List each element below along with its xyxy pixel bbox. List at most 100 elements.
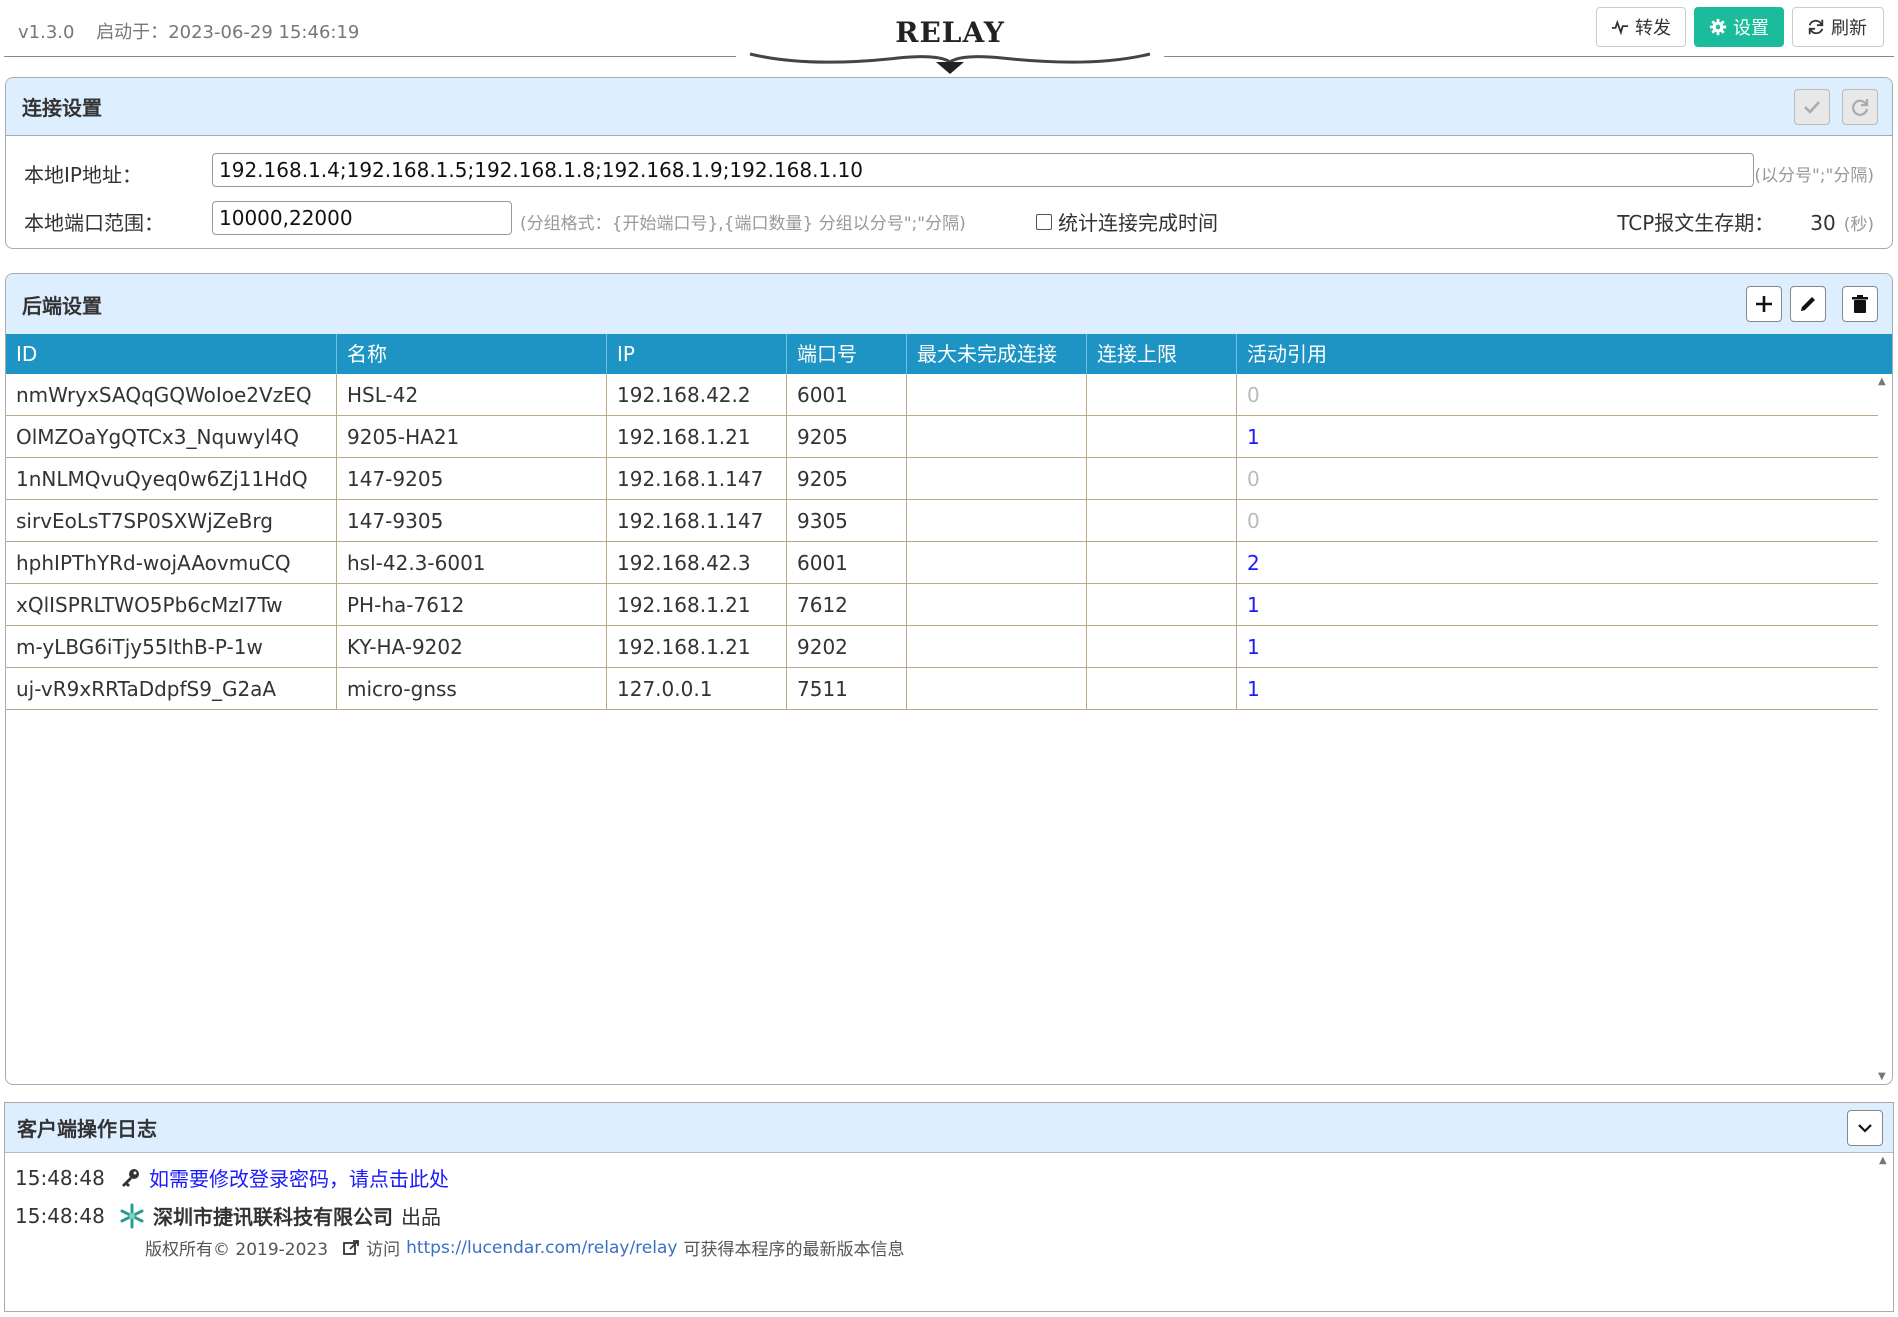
cell-id: m-yLBG6iTjy55IthB-P-1w: [6, 626, 337, 668]
pencil-icon: [1801, 297, 1815, 311]
refresh-button[interactable]: 刷新: [1792, 7, 1884, 47]
add-backend-button[interactable]: [1746, 286, 1782, 322]
col-name[interactable]: 名称: [337, 334, 607, 374]
cell-max-pending: [907, 668, 1087, 710]
cell-name: micro-gnss: [337, 668, 607, 710]
cell-limit: [1087, 458, 1237, 500]
log-time: 15:48:48: [15, 1165, 105, 1190]
cell-port: 9202: [787, 626, 907, 668]
cell-port: 7511: [787, 668, 907, 710]
col-port[interactable]: 端口号: [787, 334, 907, 374]
app-header: v1.3.0 启动于：2023-06-29 15:46:19 RELAY 转发 …: [0, 0, 1898, 74]
header-divider-left: [4, 56, 736, 57]
forward-label: 转发: [1635, 18, 1671, 39]
logo-swoosh-icon: [749, 52, 1151, 74]
cell-name: 147-9205: [337, 458, 607, 500]
cell-id: 1nNLMQvuQyeq0w6Zj11HdQ: [6, 458, 337, 500]
trash-icon: [1852, 295, 1868, 313]
table-row[interactable]: nmWryxSAQqGQWoIoe2VzEQ HSL-42 192.168.42…: [6, 374, 1878, 416]
cell-limit: [1087, 416, 1237, 458]
settings-button[interactable]: 设置: [1694, 7, 1784, 47]
cell-port: 6001: [787, 374, 907, 416]
col-refs[interactable]: 活动引用: [1237, 334, 1892, 374]
refresh-icon: [1808, 19, 1824, 35]
client-log-header: 客户端操作日志: [5, 1103, 1893, 1153]
cell-refs[interactable]: 1: [1237, 626, 1878, 668]
log-scroll-up-arrow[interactable]: ▲: [1879, 1155, 1891, 1166]
stat-time-checkbox[interactable]: 统计连接完成时间: [1036, 207, 1218, 236]
cell-refs[interactable]: 1: [1237, 416, 1878, 458]
cell-max-pending: [907, 416, 1087, 458]
backend-table-header: ID 名称 IP 端口号 最大未完成连接 连接上限 活动引用: [6, 334, 1892, 374]
log-entry: 15:48:48 深圳市捷讯联科技有限公司 出品: [15, 1201, 441, 1230]
ip-label: 本地IP地址：: [24, 163, 142, 187]
table-row[interactable]: OlMZOaYgQTCx3_Nquwyl4Q 9205-HA21 192.168…: [6, 416, 1878, 458]
scroll-down-arrow[interactable]: ▼: [1878, 1071, 1890, 1082]
cell-limit: [1087, 374, 1237, 416]
edit-backend-button[interactable]: [1790, 286, 1826, 322]
cell-ip: 192.168.42.3: [607, 542, 787, 584]
cell-limit: [1087, 626, 1237, 668]
cell-name: 147-9305: [337, 500, 607, 542]
cell-ip: 192.168.1.147: [607, 500, 787, 542]
table-row[interactable]: hphIPThYRd-wojAAovmuCQ hsl-42.3-6001 192…: [6, 542, 1878, 584]
header-divider-right: [1164, 56, 1894, 57]
col-id[interactable]: ID: [6, 334, 337, 374]
tcp-ttl: TCP报文生存期： 30 (秒): [1617, 207, 1874, 236]
forward-button[interactable]: 转发: [1596, 7, 1686, 47]
connection-settings-header: 连接设置: [6, 78, 1892, 136]
cell-port: 6001: [787, 542, 907, 584]
company-logo-icon: [120, 1203, 144, 1228]
cell-limit: [1087, 542, 1237, 584]
port-hint: (分组格式：{开始端口号},{端口数量} 分组以分号";"分隔): [520, 214, 966, 234]
apply-button[interactable]: [1794, 89, 1830, 125]
external-link-icon: [343, 1239, 359, 1255]
cell-name: KY-HA-9202: [337, 626, 607, 668]
collapse-log-button[interactable]: [1847, 1110, 1883, 1146]
delete-backend-button[interactable]: [1842, 286, 1878, 322]
col-limit[interactable]: 连接上限: [1087, 334, 1237, 374]
cell-id: hphIPThYRd-wojAAovmuCQ: [6, 542, 337, 584]
cell-limit: [1087, 500, 1237, 542]
cell-ip: 127.0.0.1: [607, 668, 787, 710]
refresh-label: 刷新: [1831, 18, 1867, 39]
table-row[interactable]: uj-vR9xRRTaDdpfS9_G2aA micro-gnss 127.0.…: [6, 668, 1878, 710]
log-time: 15:48:48: [15, 1203, 105, 1228]
cell-ip: 192.168.1.21: [607, 584, 787, 626]
cell-max-pending: [907, 374, 1087, 416]
backend-table-body: nmWryxSAQqGQWoIoe2VzEQ HSL-42 192.168.42…: [6, 374, 1878, 710]
port-range-input[interactable]: [212, 201, 512, 235]
col-max-pending[interactable]: 最大未完成连接: [907, 334, 1087, 374]
ip-input[interactable]: [212, 153, 1754, 187]
produced-by-label: 出品: [401, 1205, 441, 1229]
change-password-link[interactable]: 如需要修改登录密码，请点击此处: [149, 1163, 449, 1192]
table-row[interactable]: xQlISPRLTWO5Pb6cMzI7Tw PH-ha-7612 192.16…: [6, 584, 1878, 626]
cell-port: 9305: [787, 500, 907, 542]
cell-refs[interactable]: 1: [1237, 584, 1878, 626]
scroll-up-arrow[interactable]: ▲: [1878, 376, 1890, 387]
relay-website-link[interactable]: https://lucendar.com/relay/relay: [406, 1238, 677, 1258]
ttl-value[interactable]: 30: [1810, 211, 1835, 235]
cell-limit: [1087, 668, 1237, 710]
visit-label: 访问: [366, 1240, 401, 1260]
table-row[interactable]: sirvEoLsT7SP0SXWjZeBrg 147-9305 192.168.…: [6, 500, 1878, 542]
cell-refs[interactable]: 2: [1237, 542, 1878, 584]
col-ip[interactable]: IP: [607, 334, 787, 374]
cell-id: xQlISPRLTWO5Pb6cMzI7Tw: [6, 584, 337, 626]
table-row[interactable]: m-yLBG6iTjy55IthB-P-1w KY-HA-9202 192.16…: [6, 626, 1878, 668]
cell-ip: 192.168.1.21: [607, 626, 787, 668]
table-row[interactable]: 1nNLMQvuQyeq0w6Zj11HdQ 147-9205 192.168.…: [6, 458, 1878, 500]
start-time: 2023-06-29 15:46:19: [168, 22, 360, 43]
cell-id: nmWryxSAQqGQWoIoe2VzEQ: [6, 374, 337, 416]
start-label: 启动于：: [96, 22, 169, 43]
copyright-line: 版权所有© 2019-2023 访问 https://lucendar.com/…: [145, 1235, 904, 1261]
relay-logo: RELAY: [748, 12, 1152, 74]
cell-refs[interactable]: 1: [1237, 668, 1878, 710]
cell-port: 9205: [787, 416, 907, 458]
reset-button[interactable]: [1842, 89, 1878, 125]
checkbox-box[interactable]: [1036, 213, 1052, 230]
gear-icon: [1709, 18, 1727, 36]
cell-name: PH-ha-7612: [337, 584, 607, 626]
chevron-down-icon: [1858, 1124, 1872, 1133]
cell-max-pending: [907, 626, 1087, 668]
